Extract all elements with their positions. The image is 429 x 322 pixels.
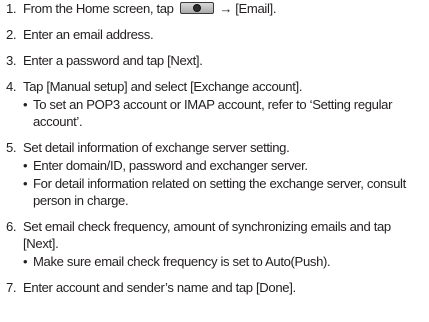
step-text: Enter an email address. [23, 27, 154, 42]
step-4: 4. Tap [Manual setup] and select [Exchan… [6, 78, 426, 130]
step-number: 5. [6, 140, 17, 155]
bullet-icon: • [23, 97, 28, 112]
step-number: 4. [6, 79, 17, 94]
bullet-icon: • [23, 254, 28, 269]
menu-key-icon [179, 2, 214, 14]
sub-item: • Enter domain/ID, password and exchange… [23, 157, 426, 174]
step-text-after-icon: → [Email]. [219, 1, 277, 16]
sub-list: • Enter domain/ID, password and exchange… [23, 157, 426, 209]
step-text: Tap [Manual setup] and select [Exchange … [23, 79, 303, 94]
step-text: Set email check frequency, amount of syn… [23, 219, 391, 251]
sub-list: • Make sure email check frequency is set… [23, 253, 426, 270]
steps-list: 1. From the Home screen, tap → [Email]. … [6, 0, 426, 305]
sub-item: • Make sure email check frequency is set… [23, 253, 426, 270]
sub-item: • For detail information related on sett… [23, 175, 426, 209]
step-6: 6. Set email check frequency, amount of … [6, 218, 426, 270]
sub-item-text: To set an POP3 account or IMAP account, … [33, 97, 393, 129]
step-text: Enter account and sender’s name and tap … [23, 280, 296, 295]
sub-item-text: Enter domain/ID, password and exchanger … [33, 158, 308, 173]
sub-item-text: Make sure email check frequency is set t… [33, 254, 331, 269]
step-text: Enter a password and tap [Next]. [23, 53, 203, 68]
sub-list: • To set an POP3 account or IMAP account… [23, 96, 426, 130]
step-number: 2. [6, 27, 17, 42]
step-5: 5. Set detail information of exchange se… [6, 139, 426, 209]
step-number: 1. [6, 1, 17, 16]
step-2: 2. Enter an email address. [6, 26, 426, 43]
bullet-icon: • [23, 176, 28, 191]
step-1: 1. From the Home screen, tap → [Email]. [6, 0, 426, 17]
step-number: 7. [6, 280, 17, 295]
instruction-page: 1. From the Home screen, tap → [Email]. … [0, 0, 429, 322]
step-number: 6. [6, 219, 17, 234]
sub-item-text: For detail information related on settin… [33, 176, 406, 208]
bullet-icon: • [23, 158, 28, 173]
step-number: 3. [6, 53, 17, 68]
step-3: 3. Enter a password and tap [Next]. [6, 52, 426, 69]
sub-item: • To set an POP3 account or IMAP account… [23, 96, 426, 130]
step-text: Set detail information of exchange serve… [23, 140, 290, 155]
step-7: 7. Enter account and sender’s name and t… [6, 279, 426, 296]
step-text: From the Home screen, tap [23, 1, 174, 16]
